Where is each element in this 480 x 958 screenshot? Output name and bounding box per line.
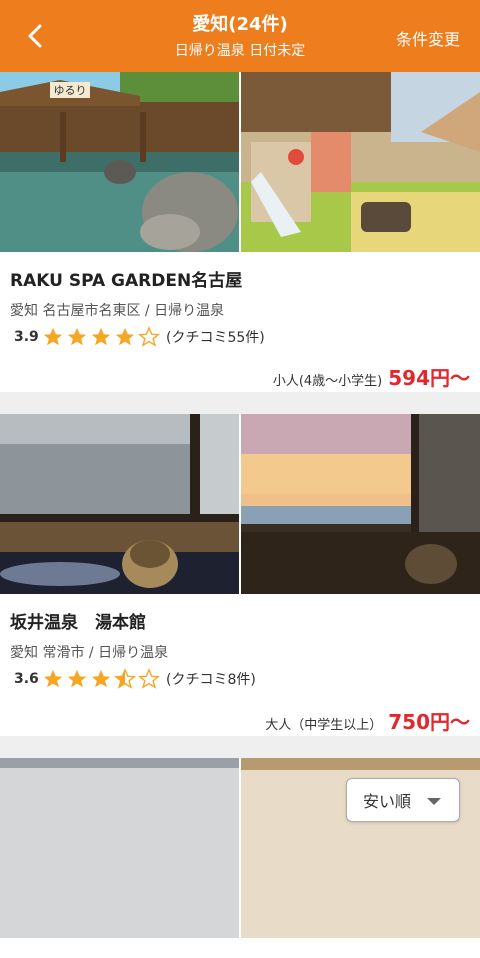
rating-score: 3.6: [14, 671, 42, 687]
listing-list: ゆるり: [0, 72, 480, 958]
star-empty-icon: [138, 326, 160, 348]
chevron-down-icon: [427, 798, 441, 805]
listing-location: 愛知 常滑市 / 日帰り温泉: [10, 642, 168, 662]
listing-photo: [241, 72, 480, 252]
listing-name[interactable]: RAKU SPA GARDEN名古屋: [10, 266, 242, 291]
star-full-icon: [90, 668, 112, 690]
price-label: 大人（中学生以上）: [265, 714, 382, 733]
listing-card[interactable]: ゆるり: [0, 72, 480, 392]
price-row: 小人(4歳〜小学生) 594円〜: [273, 362, 470, 391]
rating-row: 3.9 (クチコミ55件): [14, 326, 265, 348]
listing-photo: [0, 758, 239, 938]
price-row: 大人（中学生以上） 750円〜: [265, 706, 470, 735]
listing-photo: [241, 414, 480, 594]
listing-location: 愛知 名古屋市名東区 / 日帰り温泉: [10, 300, 224, 320]
rating-row: 3.6 (クチコミ8件): [14, 668, 256, 690]
listing-photos: ゆるり: [0, 72, 480, 252]
sort-label: 安い順: [363, 788, 411, 812]
star-full-icon: [66, 326, 88, 348]
star-full-icon: [90, 326, 112, 348]
listing-photo: ゆるり: [0, 72, 239, 252]
listing-photos: [0, 414, 480, 594]
listing-name[interactable]: 坂井温泉 湯本館: [10, 608, 146, 633]
star-full-icon: [42, 326, 64, 348]
star-full-icon: [66, 668, 88, 690]
star-rating: [42, 326, 160, 348]
price-value: 594円〜: [388, 362, 470, 391]
review-count[interactable]: (クチコミ8件): [166, 669, 256, 689]
sort-dropdown[interactable]: 安い順: [346, 778, 460, 822]
star-half-icon: [114, 668, 136, 690]
price-label: 小人(4歳〜小学生): [273, 370, 382, 389]
star-full-icon: [42, 668, 64, 690]
star-full-icon: [114, 326, 136, 348]
app-header: 愛知(24件) 日帰り温泉 日付未定 条件変更: [0, 0, 480, 72]
rating-score: 3.9: [14, 329, 42, 345]
change-conditions-button[interactable]: 条件変更: [396, 26, 460, 50]
listing-photo: [0, 414, 239, 594]
price-value: 750円〜: [388, 706, 470, 735]
signboard-text: ゆるり: [54, 84, 87, 97]
review-count[interactable]: (クチコミ55件): [166, 327, 265, 347]
listing-card[interactable]: 坂井温泉 湯本館 愛知 常滑市 / 日帰り温泉 3.6 (クチコミ8件) 大人（…: [0, 414, 480, 736]
star-empty-icon: [138, 668, 160, 690]
star-rating: [42, 668, 160, 690]
